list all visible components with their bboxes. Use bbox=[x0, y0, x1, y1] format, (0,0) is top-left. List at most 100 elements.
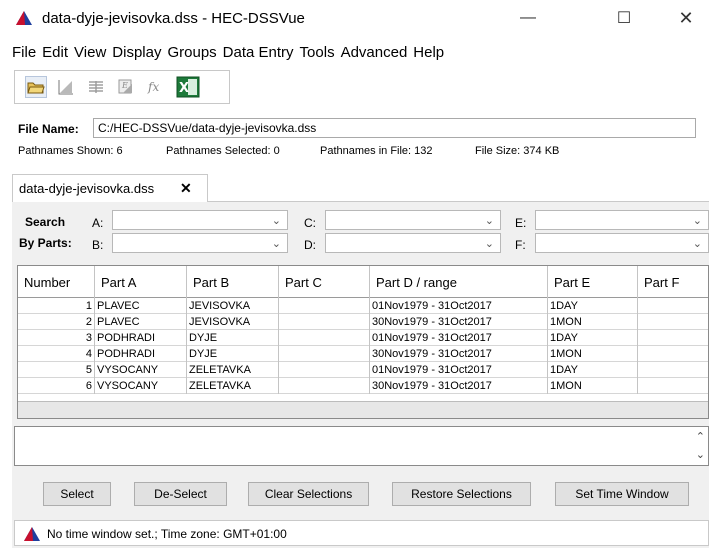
edit-icon[interactable]: E bbox=[115, 76, 137, 98]
chevron-down-icon: ⌄ bbox=[271, 238, 281, 250]
cell-part-a: PODHRADI bbox=[95, 330, 187, 346]
excel-icon[interactable]: X bbox=[175, 75, 201, 99]
menu-edit[interactable]: Edit bbox=[42, 42, 72, 66]
part-a-label: A: bbox=[92, 216, 104, 230]
col-part-c[interactable]: Part C bbox=[279, 266, 370, 298]
part-a-select[interactable]: ⌄ bbox=[112, 210, 288, 230]
pathnames-selected: Pathnames Selected: 0 bbox=[166, 145, 280, 157]
part-b-select[interactable]: ⌄ bbox=[112, 233, 288, 253]
cell-part-c bbox=[279, 378, 370, 394]
select-button[interactable]: Select bbox=[43, 482, 111, 506]
pathname-table: Number Part A Part B Part C Part D / ran… bbox=[17, 265, 709, 419]
plot-icon[interactable] bbox=[55, 76, 77, 98]
tabulate-icon[interactable] bbox=[85, 76, 107, 98]
cell-number: 6 bbox=[18, 378, 95, 394]
restore-selections-button[interactable]: Restore Selections bbox=[392, 482, 531, 506]
window-title: data-dyje-jevisovka.dss - HEC-DSSVue bbox=[42, 10, 305, 27]
minimize-button[interactable]: — bbox=[508, 4, 548, 32]
cell-part-e: 1DAY bbox=[548, 330, 638, 346]
table-row[interactable]: 2 PLAVEC JEVISOVKA 30Nov1979 - 31Oct2017 1MO… bbox=[18, 314, 708, 330]
svg-text:X: X bbox=[179, 81, 189, 96]
file-name-field[interactable]: C:/HEC-DSSVue/data-dyje-jevisovka.dss bbox=[93, 118, 696, 138]
part-c-label: C: bbox=[304, 216, 316, 230]
chevron-down-icon: ⌄ bbox=[692, 238, 702, 250]
part-b-label: B: bbox=[92, 238, 104, 252]
cell-part-b: JEVISOVKA bbox=[187, 298, 279, 314]
cell-number: 3 bbox=[18, 330, 95, 346]
chevron-down-icon: ⌄ bbox=[484, 238, 494, 250]
cell-number: 1 bbox=[18, 298, 95, 314]
scroll-down-icon[interactable]: ⌄ bbox=[696, 448, 705, 461]
title-bar: data-dyje-jevisovka.dss - HEC-DSSVue — ☐… bbox=[0, 0, 709, 38]
math-function-icon[interactable]: fx bbox=[145, 76, 167, 98]
tab-data-dyje-jevisovka[interactable]: data-dyje-jevisovka.dss ✕ bbox=[12, 174, 208, 202]
cell-part-b: ZELETAVKA bbox=[187, 362, 279, 378]
cell-number: 2 bbox=[18, 314, 95, 330]
tab-label: data-dyje-jevisovka.dss bbox=[19, 181, 155, 196]
part-d-select[interactable]: ⌄ bbox=[325, 233, 501, 253]
chevron-down-icon: ⌄ bbox=[271, 215, 281, 227]
cell-part-b: DYJE bbox=[187, 346, 279, 362]
menu-groups[interactable]: Groups bbox=[167, 42, 220, 66]
cell-part-e: 1MON bbox=[548, 346, 638, 362]
maximize-button[interactable]: ☐ bbox=[604, 4, 644, 32]
menu-bar: File Edit View Display Groups Data Entry… bbox=[0, 42, 709, 66]
svg-text:fx: fx bbox=[147, 80, 159, 94]
cell-number: 5 bbox=[18, 362, 95, 378]
cell-part-a: PLAVEC bbox=[95, 314, 187, 330]
cell-part-d: 01Nov1979 - 31Oct2017 bbox=[370, 298, 548, 314]
table-footer-strip bbox=[18, 401, 708, 418]
part-f-select[interactable]: ⌄ bbox=[535, 233, 709, 253]
cell-part-c bbox=[279, 362, 370, 378]
cell-part-f bbox=[638, 330, 708, 346]
open-folder-icon[interactable] bbox=[25, 76, 47, 98]
clear-selections-button[interactable]: Clear Selections bbox=[248, 482, 369, 506]
cell-part-a: VYSOCANY bbox=[95, 378, 187, 394]
cell-part-d: 30Nov1979 - 31Oct2017 bbox=[370, 346, 548, 362]
table-row[interactable]: 3 PODHRADI DYJE 01Nov1979 - 31Oct2017 1DAY bbox=[18, 330, 708, 346]
table-row[interactable]: 1 PLAVEC JEVISOVKA 01Nov1979 - 31Oct2017 1DA… bbox=[18, 298, 708, 314]
part-c-select[interactable]: ⌄ bbox=[325, 210, 501, 230]
scroll-up-icon[interactable]: ⌃ bbox=[696, 430, 705, 443]
status-text: No time window set.; Time zone: GMT+01:0… bbox=[47, 527, 287, 541]
menu-advanced[interactable]: Advanced bbox=[341, 42, 412, 66]
cell-part-d: 01Nov1979 - 31Oct2017 bbox=[370, 330, 548, 346]
cell-part-c bbox=[279, 298, 370, 314]
cell-part-e: 1MON bbox=[548, 378, 638, 394]
col-part-f[interactable]: Part F bbox=[638, 266, 708, 298]
cell-part-c bbox=[279, 330, 370, 346]
status-bar: No time window set.; Time zone: GMT+01:0… bbox=[14, 520, 709, 546]
chevron-down-icon: ⌄ bbox=[484, 215, 494, 227]
file-size: File Size: 374 KB bbox=[475, 145, 560, 157]
menu-display[interactable]: Display bbox=[112, 42, 165, 66]
menu-tools[interactable]: Tools bbox=[300, 42, 339, 66]
menu-view[interactable]: View bbox=[74, 42, 110, 66]
svg-text:E: E bbox=[121, 81, 128, 90]
part-e-select[interactable]: ⌄ bbox=[535, 210, 709, 230]
col-part-b[interactable]: Part B bbox=[187, 266, 279, 298]
cell-part-a: PODHRADI bbox=[95, 346, 187, 362]
hec-dssvue-logo-icon bbox=[24, 527, 40, 541]
col-number[interactable]: Number bbox=[18, 266, 95, 298]
table-row[interactable]: 6 VYSOCANY ZELETAVKA 30Nov1979 - 31Oct2017 1… bbox=[18, 378, 708, 394]
col-part-d[interactable]: Part D / range bbox=[370, 266, 548, 298]
cell-part-a: PLAVEC bbox=[95, 298, 187, 314]
col-part-a[interactable]: Part A bbox=[95, 266, 187, 298]
tab-close-icon[interactable]: ✕ bbox=[180, 180, 192, 197]
table-row[interactable]: 4 PODHRADI DYJE 30Nov1979 - 31Oct2017 1MON bbox=[18, 346, 708, 362]
col-part-e[interactable]: Part E bbox=[548, 266, 638, 298]
toolbar: E fx X bbox=[14, 70, 230, 104]
cell-part-d: 30Nov1979 - 31Oct2017 bbox=[370, 314, 548, 330]
set-time-window-button[interactable]: Set Time Window bbox=[555, 482, 689, 506]
cell-part-c bbox=[279, 346, 370, 362]
close-button[interactable]: ✕ bbox=[666, 4, 706, 32]
part-d-label: D: bbox=[304, 238, 316, 252]
cell-part-f bbox=[638, 346, 708, 362]
table-row[interactable]: 5 VYSOCANY ZELETAVKA 01Nov1979 - 31Oct2017 1… bbox=[18, 362, 708, 378]
menu-file[interactable]: File bbox=[12, 42, 40, 66]
cell-part-a: VYSOCANY bbox=[95, 362, 187, 378]
menu-help[interactable]: Help bbox=[413, 42, 448, 66]
menu-data-entry[interactable]: Data Entry bbox=[223, 42, 298, 66]
message-area[interactable]: ⌃ ⌄ bbox=[14, 426, 709, 466]
deselect-button[interactable]: De-Select bbox=[134, 482, 227, 506]
